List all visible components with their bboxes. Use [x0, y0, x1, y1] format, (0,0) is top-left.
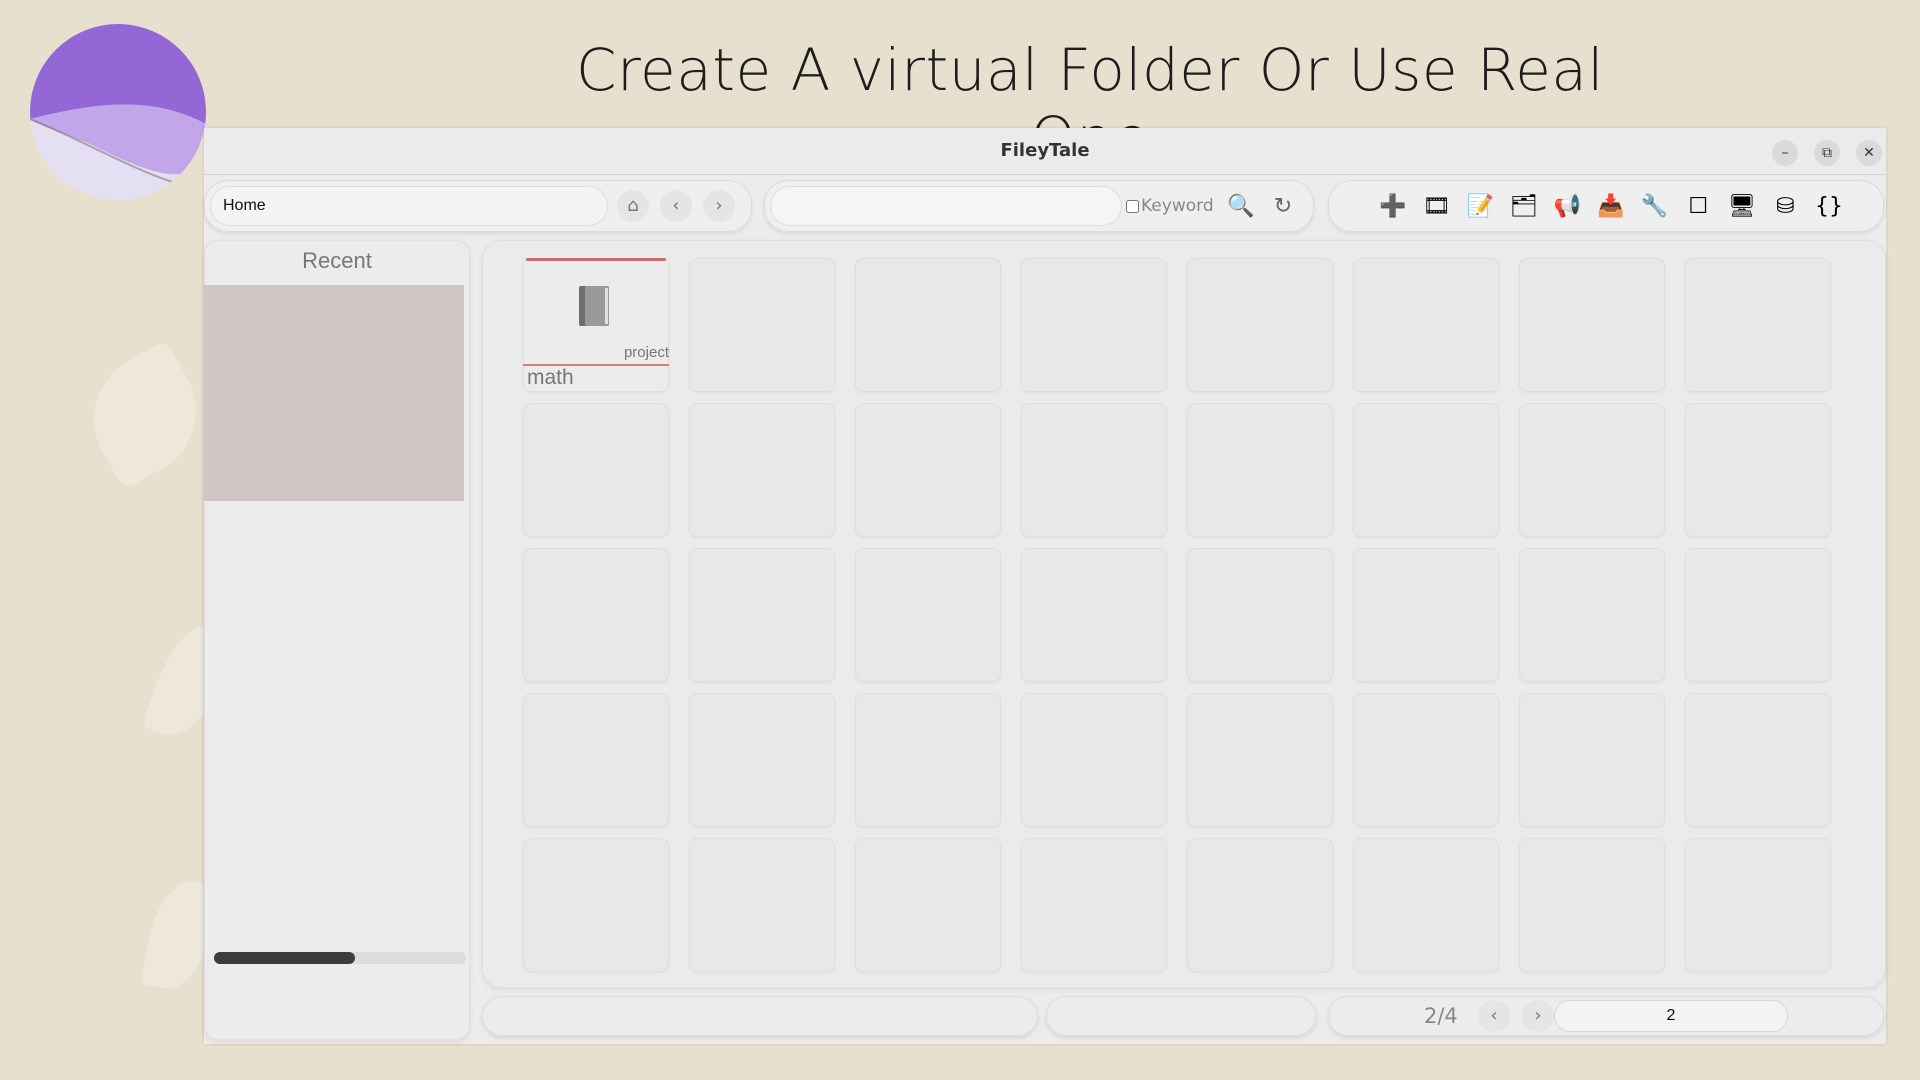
- empty-slot[interactable]: [1187, 548, 1333, 682]
- wrench-icon[interactable]: 🔧: [1638, 190, 1672, 224]
- restore-button[interactable]: ⧉: [1814, 140, 1840, 166]
- empty-slot[interactable]: [855, 693, 1001, 827]
- empty-slot[interactable]: [1519, 838, 1665, 972]
- page-count: 2/4: [1424, 1004, 1458, 1028]
- empty-slot[interactable]: [1021, 838, 1167, 972]
- empty-slot[interactable]: [1519, 548, 1665, 682]
- refresh-icon[interactable]: ↻: [1266, 190, 1300, 224]
- page-number-input[interactable]: [1554, 1000, 1788, 1032]
- empty-slot[interactable]: [1685, 548, 1831, 682]
- braces-icon[interactable]: {}: [1812, 190, 1846, 224]
- megaphone-icon[interactable]: 📢: [1550, 190, 1584, 224]
- home-icon[interactable]: ⌂: [617, 190, 649, 222]
- window-title: FileyTale: [1000, 140, 1090, 161]
- close-button[interactable]: ✕: [1856, 140, 1882, 166]
- empty-slot[interactable]: [1353, 548, 1499, 682]
- empty-slot[interactable]: [689, 693, 835, 827]
- empty-slot[interactable]: [1021, 548, 1167, 682]
- progress-fill: [214, 952, 356, 964]
- empty-slot[interactable]: [855, 548, 1001, 682]
- empty-slot[interactable]: [1021, 258, 1167, 392]
- empty-slot[interactable]: [1685, 403, 1831, 537]
- progress-bar: [214, 952, 466, 964]
- empty-slot[interactable]: [1353, 838, 1499, 972]
- back-button[interactable]: ‹: [660, 190, 692, 222]
- empty-slot[interactable]: [855, 403, 1001, 537]
- empty-slot[interactable]: [689, 258, 835, 392]
- file-item[interactable]: project math: [523, 258, 669, 392]
- empty-slot[interactable]: [1021, 693, 1167, 827]
- empty-slot[interactable]: [1021, 403, 1167, 537]
- path-input[interactable]: [210, 186, 608, 226]
- empty-slot[interactable]: [523, 403, 669, 537]
- status-bar-middle: [1046, 996, 1316, 1036]
- search-icon[interactable]: 🔍: [1224, 190, 1258, 224]
- keyword-toggle[interactable]: Keyword: [1126, 196, 1214, 216]
- empty-slot[interactable]: [1187, 258, 1333, 392]
- title-bar: FileyTale – ⧉ ✕: [204, 128, 1886, 175]
- status-bar-left: [482, 996, 1038, 1036]
- empty-slot[interactable]: [523, 693, 669, 827]
- book-icon: [579, 286, 609, 326]
- next-page-button[interactable]: ›: [1522, 1000, 1554, 1032]
- file-grid-panel: project math: [482, 240, 1886, 988]
- logo: [30, 24, 206, 200]
- empty-slot[interactable]: [855, 838, 1001, 972]
- folder-icon[interactable]: 🗂: [1507, 190, 1541, 224]
- inbox-icon[interactable]: 📥: [1594, 190, 1628, 224]
- empty-slot[interactable]: [689, 838, 835, 972]
- app-window: FileyTale – ⧉ ✕ ⌂ ‹ › Keyword 🔍 ↻ ➕ 🎞 📝 🗂 📢 📥…: [204, 128, 1886, 1044]
- empty-slot[interactable]: [855, 258, 1001, 392]
- empty-slot[interactable]: [1519, 403, 1665, 537]
- square-icon[interactable]: ☐: [1681, 190, 1715, 224]
- empty-slot[interactable]: [1187, 403, 1333, 537]
- empty-slot[interactable]: [1519, 693, 1665, 827]
- prev-page-button[interactable]: ‹: [1478, 1000, 1510, 1032]
- background-leaf: [69, 339, 221, 491]
- item-accent: [526, 258, 666, 261]
- keyword-checkbox[interactable]: [1126, 200, 1139, 213]
- empty-slot[interactable]: [1187, 838, 1333, 972]
- toolbar: ⌂ ‹ › Keyword 🔍 ↻ ➕🎞📝🗂📢📥🔧☐🖥⛁{}: [204, 176, 1886, 236]
- keyword-label: Keyword: [1141, 196, 1214, 216]
- empty-slot[interactable]: [523, 838, 669, 972]
- recent-title: Recent: [302, 248, 372, 273]
- add-icon[interactable]: ➕: [1376, 190, 1410, 224]
- note-icon[interactable]: 📝: [1463, 190, 1497, 224]
- empty-slot[interactable]: [1187, 693, 1333, 827]
- empty-slot[interactable]: [523, 548, 669, 682]
- search-input[interactable]: [770, 186, 1122, 226]
- empty-slot[interactable]: [1353, 258, 1499, 392]
- item-tag: project: [623, 344, 669, 361]
- monitor-icon[interactable]: 🖥: [1725, 190, 1759, 224]
- empty-slot[interactable]: [689, 403, 835, 537]
- film-icon[interactable]: 🎞: [1420, 190, 1454, 224]
- empty-slot[interactable]: [1519, 258, 1665, 392]
- forward-button[interactable]: ›: [703, 190, 735, 222]
- empty-slot[interactable]: [1685, 258, 1831, 392]
- empty-slot[interactable]: [1685, 693, 1831, 827]
- recent-list[interactable]: [204, 285, 464, 501]
- empty-slot[interactable]: [1685, 838, 1831, 972]
- minimize-button[interactable]: –: [1772, 140, 1798, 166]
- item-name: math: [527, 366, 574, 389]
- empty-slot[interactable]: [1353, 403, 1499, 537]
- empty-slot[interactable]: [1353, 693, 1499, 827]
- empty-slot[interactable]: [689, 548, 835, 682]
